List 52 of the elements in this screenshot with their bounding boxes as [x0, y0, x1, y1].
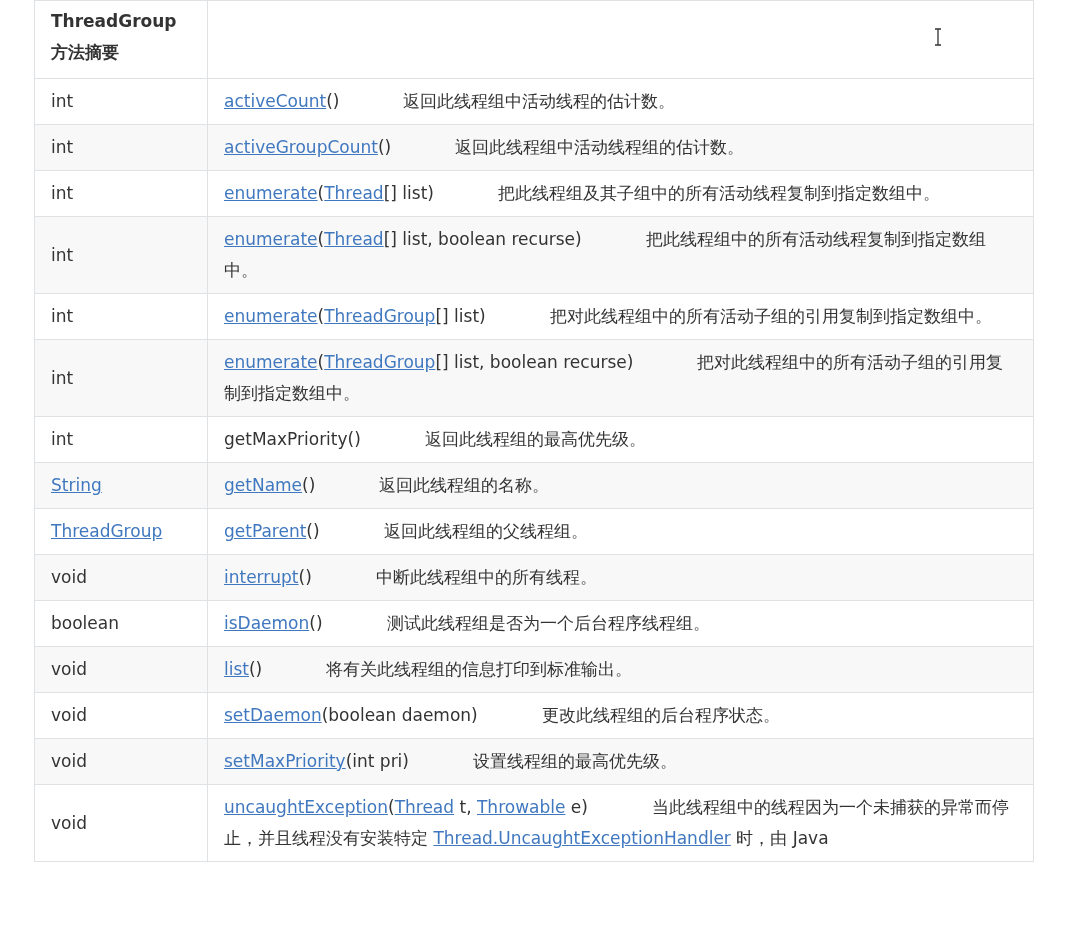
- return-type: int: [51, 137, 74, 157]
- table-heading: ThreadGroup 方法摘要: [51, 10, 178, 64]
- method-link[interactable]: Thread: [324, 183, 384, 203]
- return-type: int: [51, 429, 74, 449]
- return-type: int: [51, 306, 74, 326]
- return-type: int: [51, 367, 74, 388]
- return-type: void: [51, 567, 87, 587]
- method-link[interactable]: enumerate: [224, 229, 318, 249]
- method-description: setMaxPriority(int pri) 设置线程组的最高优先级。: [224, 750, 678, 773]
- return-type: void: [51, 812, 87, 833]
- method-description: getMaxPriority() 返回此线程组的最高优先级。: [224, 428, 647, 451]
- return-type: void: [51, 659, 87, 679]
- method-description: getParent() 返回此线程组的父线程组。: [224, 520, 589, 543]
- type-link[interactable]: String: [51, 475, 102, 495]
- method-link[interactable]: getParent: [224, 521, 307, 541]
- method-link[interactable]: uncaughtException: [224, 797, 388, 817]
- method-link[interactable]: Thread: [394, 797, 455, 817]
- return-type: int: [51, 244, 74, 265]
- method-description: activeGroupCount() 返回此线程组中活动线程组的估计数。: [224, 136, 746, 159]
- method-description: enumerate(Thread[] list) 把此线程组及其子组中的所有活动线程复制到指定数组中。: [224, 182, 941, 205]
- method-link[interactable]: Throwable: [476, 797, 566, 817]
- method-link[interactable]: enumerate: [224, 306, 318, 326]
- method-link[interactable]: enumerate: [224, 183, 318, 203]
- method-link[interactable]: setDaemon: [224, 705, 322, 725]
- return-type: void: [51, 705, 87, 725]
- method-description: interrupt() 中断此线程组中的所有线程。: [224, 566, 598, 589]
- return-type: int: [51, 183, 74, 203]
- method-description: enumerate(ThreadGroup[] list) 把对此线程组中的所有活动子组的引用复制到指定数组中。: [224, 305, 993, 328]
- method-description: enumerate(Thread[] list, boolean recurse) 把此线程组中的所有活动线程复制到指定数组中。: [224, 228, 987, 282]
- method-description: enumerate(ThreadGroup[] list, boolean recurse) 把对此线程组中的所有活动子组的引用复制到指定数组中。: [224, 351, 1005, 405]
- method-description: list() 将有关此线程组的信息打印到标准输出。: [224, 658, 634, 681]
- method-link[interactable]: enumerate: [224, 352, 318, 372]
- method-link[interactable]: activeCount: [224, 91, 327, 111]
- method-description: activeCount() 返回此线程组中活动线程的估计数。: [224, 90, 677, 113]
- method-description: uncaughtException(Thread t, Throwable e) 当此线程组中的线程因为一个未捕获的异常而停止，并且线程没有安装特定 Thread.UncaughtExceptionHandler 时，由 Java: [224, 796, 1010, 850]
- method-description: isDaemon() 测试此线程组是否为一个后台程序线程组。: [224, 612, 711, 635]
- method-link[interactable]: getName: [224, 475, 303, 495]
- method-link[interactable]: interrupt: [224, 567, 299, 587]
- method-link[interactable]: Thread.UncaughtExceptionHandler: [433, 828, 731, 848]
- method-description: setDaemon(boolean daemon) 更改此线程组的后台程序状态。: [224, 704, 781, 727]
- method-link[interactable]: ThreadGroup: [324, 306, 436, 326]
- method-link[interactable]: list: [224, 659, 249, 679]
- return-type: boolean: [51, 613, 119, 633]
- return-type: int: [51, 91, 74, 111]
- method-link[interactable]: activeGroupCount: [224, 137, 378, 157]
- return-type: void: [51, 751, 87, 771]
- method-link[interactable]: isDaemon: [224, 613, 310, 633]
- method-description: getName() 返回此线程组的名称。: [224, 474, 551, 497]
- text-cursor-icon: [934, 28, 942, 46]
- method-link[interactable]: setMaxPriority: [224, 751, 346, 771]
- method-link[interactable]: Thread: [324, 229, 384, 249]
- method-link[interactable]: ThreadGroup: [324, 352, 436, 372]
